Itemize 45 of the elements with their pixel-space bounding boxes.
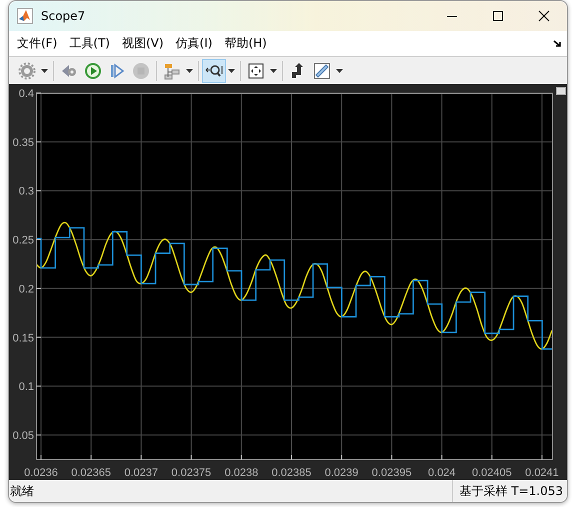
tick-label: 0.02365 [71, 467, 111, 479]
menu-item[interactable]: 文件(F) [11, 35, 64, 52]
app-logo-icon [17, 8, 33, 24]
sample-time-text: 基于采样 T=1.053 [452, 480, 567, 502]
tick-label: 0.25 [12, 234, 34, 247]
tick-label: 0.02385 [272, 467, 312, 479]
tick-label: 0.15 [12, 332, 34, 344]
gear-icon [18, 62, 36, 80]
tick-label: 0.0238 [224, 467, 258, 479]
tick-label: 0.0236 [24, 467, 58, 479]
toggle-button[interactable] [556, 87, 566, 95]
menu-item[interactable]: 视图(V) [116, 35, 170, 52]
tick-label: 0.4 [18, 88, 34, 100]
tick-label: 0.0237 [124, 467, 158, 479]
tick-label: 0.02395 [372, 467, 412, 479]
stop-icon [132, 62, 150, 80]
menu-item[interactable]: 工具(T) [63, 35, 116, 52]
step-forward-icon [108, 62, 126, 80]
caret-icon [186, 68, 193, 72]
tick-label: 0.024 [428, 467, 456, 479]
block-diagram-icon [163, 62, 181, 80]
tick-label: 0.0239 [324, 467, 358, 479]
caret-icon [270, 68, 277, 72]
caret-icon [228, 68, 235, 72]
menu-item[interactable]: 帮助(H) [218, 35, 273, 52]
tick-label: 0.02375 [171, 467, 212, 479]
ruler-icon [313, 62, 331, 80]
tick-label: 0.35 [12, 136, 34, 149]
maximize-icon [492, 10, 504, 22]
fit-view-icon [247, 62, 265, 80]
zoom-button[interactable] [202, 58, 226, 82]
tick-label: 0.0241 [525, 467, 559, 479]
tick-label: 0.05 [12, 430, 34, 442]
tick-label: 0.1 [18, 381, 34, 394]
caret-icon [336, 68, 343, 72]
menu-item[interactable]: 仿真(I) [170, 35, 218, 52]
status-text: 就绪 [9, 482, 35, 500]
tick-label: 0.02405 [472, 467, 512, 479]
arrow-icon[interactable] [553, 38, 563, 48]
close-icon [538, 10, 550, 22]
caret-icon [41, 68, 48, 72]
play-icon [84, 62, 102, 80]
window-title: Scope7 [41, 9, 86, 23]
tick-label: 0.2 [18, 283, 34, 296]
tick-label: 0.3 [18, 186, 34, 198]
